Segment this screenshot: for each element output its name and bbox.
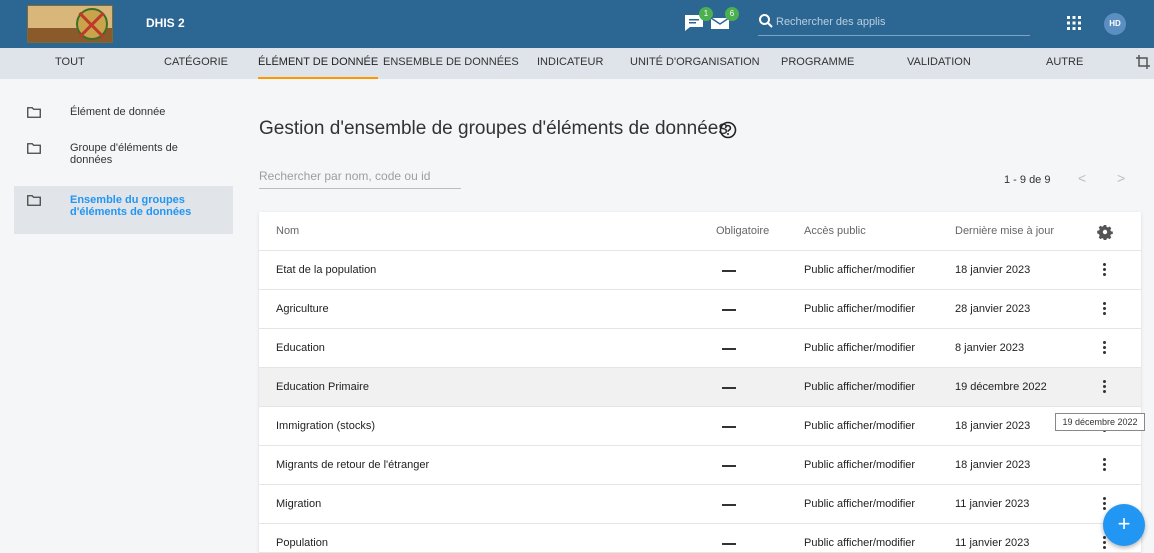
sidebar-item-ensemble-groupes[interactable]: Ensemble du groupes d'éléments de donnée… bbox=[14, 186, 233, 234]
row-name: Etat de la population bbox=[276, 264, 377, 276]
tab-autre[interactable]: AUTRE bbox=[1046, 48, 1083, 79]
interpretations-icon[interactable]: 6 bbox=[709, 7, 739, 33]
row-access: Public afficher/modifier bbox=[804, 537, 916, 549]
sidebar-item-label: Groupe d'éléments de données bbox=[70, 142, 178, 166]
messages-icon[interactable]: 1 bbox=[683, 7, 713, 33]
more-vert-icon[interactable] bbox=[1101, 302, 1107, 318]
tab-element-de-donnee[interactable]: ÉLÉMENT DE DONNÉE bbox=[258, 48, 379, 79]
row-obligatory-dash bbox=[722, 465, 736, 467]
apps-grid-icon[interactable] bbox=[1067, 16, 1081, 30]
list-search-input[interactable] bbox=[259, 165, 459, 187]
tab-indicateur[interactable]: INDICATEUR bbox=[537, 48, 603, 79]
page-title: Gestion d'ensemble de groupes d'éléments… bbox=[259, 118, 728, 139]
pager-next-button[interactable]: > bbox=[1117, 170, 1125, 186]
table-row[interactable]: Etat de la population Public afficher/mo… bbox=[259, 251, 1141, 290]
tab-ensemble-de-donnees[interactable]: ENSEMBLE DE DONNÉES bbox=[383, 48, 519, 79]
more-vert-icon[interactable] bbox=[1101, 263, 1107, 279]
interpretations-badge: 6 bbox=[725, 7, 739, 21]
tab-categorie[interactable]: CATÉGORIE bbox=[164, 48, 228, 79]
row-date: 11 janvier 2023 bbox=[955, 537, 1030, 549]
row-name: Education Primaire bbox=[276, 381, 369, 393]
row-access: Public afficher/modifier bbox=[804, 381, 916, 393]
tab-unite-organisation[interactable]: UNITÉ D'ORGANISATION bbox=[630, 48, 760, 79]
row-date: 28 janvier 2023 bbox=[955, 303, 1031, 315]
row-date: 8 janvier 2023 bbox=[955, 342, 1025, 354]
row-obligatory-dash bbox=[722, 426, 736, 428]
table-row[interactable]: Population Public afficher/modifier 11 j… bbox=[259, 524, 1141, 553]
table-row[interactable]: Education Public afficher/modifier 8 jan… bbox=[259, 329, 1141, 368]
header-bar: DHIS 2 1 6 HD bbox=[0, 0, 1154, 48]
app-logo[interactable] bbox=[27, 5, 113, 43]
sidebar-item-element-de-donnee[interactable]: Élément de donnée bbox=[14, 98, 233, 134]
column-header-date[interactable]: Dernière mise à jour bbox=[955, 212, 1054, 251]
date-tooltip: 19 décembre 2022 bbox=[1055, 413, 1145, 431]
row-name: Migrants de retour de l'étranger bbox=[276, 459, 430, 471]
column-header-name[interactable]: Nom bbox=[276, 212, 299, 251]
pager-prev-button[interactable]: < bbox=[1078, 170, 1086, 186]
row-date: 19 décembre 2022 bbox=[955, 381, 1047, 393]
row-name: Migration bbox=[276, 498, 322, 510]
row-obligatory-dash bbox=[722, 309, 736, 311]
more-vert-icon[interactable] bbox=[1101, 458, 1107, 474]
table-row[interactable]: Immigration (stocks) Public afficher/mod… bbox=[259, 407, 1141, 446]
row-access: Public afficher/modifier bbox=[804, 264, 916, 276]
table-row[interactable]: Migrants de retour de l'étranger Public … bbox=[259, 446, 1141, 485]
row-date: 18 janvier 2023 bbox=[955, 420, 1031, 432]
table-row[interactable]: Migration Public afficher/modifier 11 ja… bbox=[259, 485, 1141, 524]
more-vert-icon[interactable] bbox=[1101, 497, 1107, 513]
app-title[interactable]: DHIS 2 bbox=[146, 16, 185, 30]
app-search-input[interactable] bbox=[776, 12, 1026, 32]
sidebar-item-groupe-elements[interactable]: Groupe d'éléments de données bbox=[14, 134, 233, 186]
row-date: 11 janvier 2023 bbox=[955, 498, 1030, 510]
table-row[interactable]: Education Primaire Public afficher/modif… bbox=[259, 368, 1141, 407]
row-name: Immigration (stocks) bbox=[276, 420, 376, 432]
tab-programme[interactable]: PROGRAMME bbox=[781, 48, 854, 79]
crop-icon[interactable] bbox=[1135, 54, 1151, 70]
column-header-oblig[interactable]: Obligatoire bbox=[716, 212, 769, 251]
tab-validation[interactable]: VALIDATION bbox=[907, 48, 971, 79]
more-vert-icon[interactable] bbox=[1101, 341, 1107, 357]
row-access: Public afficher/modifier bbox=[804, 420, 916, 432]
more-vert-icon[interactable] bbox=[1101, 536, 1107, 552]
row-date: 18 janvier 2023 bbox=[955, 264, 1031, 276]
row-obligatory-dash bbox=[722, 504, 736, 506]
folder-icon bbox=[27, 107, 41, 118]
row-access: Public afficher/modifier bbox=[804, 342, 916, 354]
help-icon[interactable] bbox=[719, 121, 737, 139]
row-obligatory-dash bbox=[722, 270, 736, 272]
sidebar-item-label: Élément de donnée bbox=[70, 106, 166, 118]
row-access: Public afficher/modifier bbox=[804, 303, 916, 315]
search-icon[interactable] bbox=[758, 13, 774, 29]
add-button[interactable]: + bbox=[1103, 504, 1145, 546]
section-tabs: TOUT CATÉGORIE ÉLÉMENT DE DONNÉE ENSEMBL… bbox=[0, 48, 1154, 79]
row-obligatory-dash bbox=[722, 387, 736, 389]
gear-icon[interactable] bbox=[1097, 224, 1113, 240]
more-vert-icon[interactable] bbox=[1101, 380, 1107, 396]
row-name: Agriculture bbox=[276, 303, 329, 315]
tab-tout[interactable]: TOUT bbox=[55, 48, 85, 79]
row-name: Population bbox=[276, 537, 328, 549]
row-name: Education bbox=[276, 342, 325, 354]
pager-range: 1 - 9 de 9 bbox=[1004, 174, 1051, 186]
data-table: Nom Obligatoire Accès public Dernière mi… bbox=[259, 212, 1141, 553]
list-search bbox=[259, 165, 461, 189]
table-row[interactable]: Agriculture Public afficher/modifier 28 … bbox=[259, 290, 1141, 329]
app-search bbox=[758, 10, 1030, 36]
row-access: Public afficher/modifier bbox=[804, 459, 916, 471]
sidebar: Élément de donnée Groupe d'éléments de d… bbox=[14, 98, 233, 234]
folder-icon bbox=[27, 195, 41, 206]
folder-icon bbox=[27, 143, 41, 154]
column-header-access[interactable]: Accès public bbox=[804, 212, 866, 251]
row-obligatory-dash bbox=[722, 348, 736, 350]
row-obligatory-dash bbox=[722, 543, 736, 545]
row-access: Public afficher/modifier bbox=[804, 498, 916, 510]
user-avatar[interactable]: HD bbox=[1104, 13, 1126, 35]
row-date: 18 janvier 2023 bbox=[955, 459, 1031, 471]
sidebar-item-label: Ensemble du groupes d'éléments de donnée… bbox=[70, 194, 192, 218]
table-header-row: Nom Obligatoire Accès public Dernière mi… bbox=[259, 212, 1141, 251]
